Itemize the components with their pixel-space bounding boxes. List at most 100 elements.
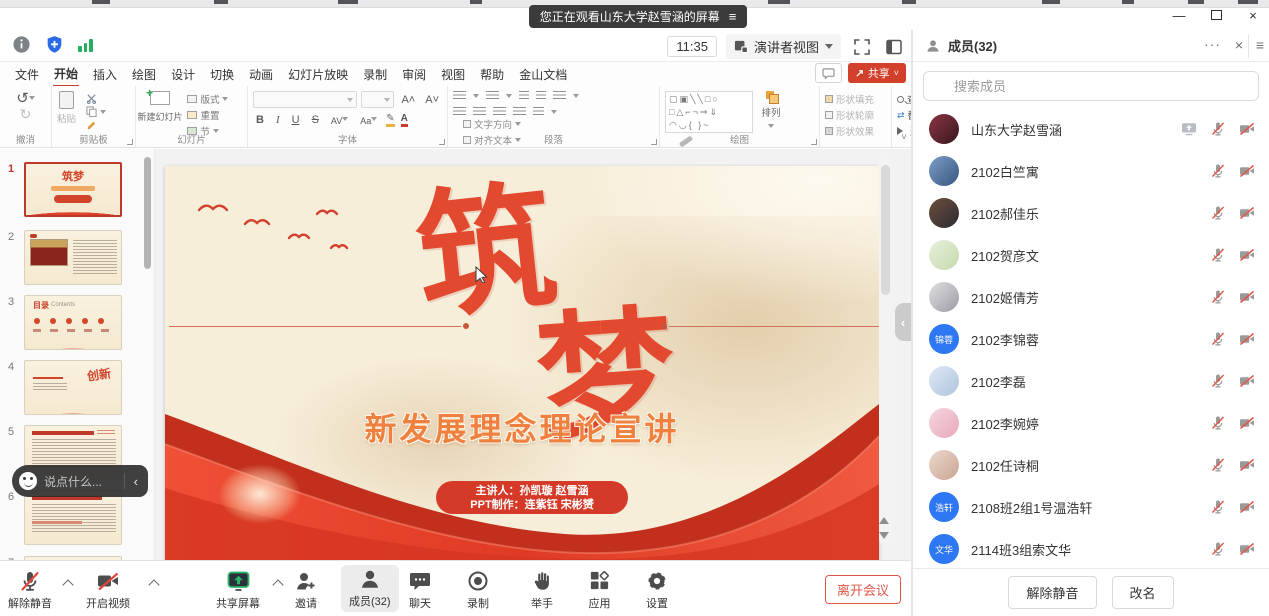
bullets-button[interactable] (453, 91, 466, 101)
paste-button[interactable]: 粘贴 (57, 91, 76, 125)
fullscreen-button[interactable] (850, 38, 874, 56)
side-panel-toggle-button[interactable] (883, 38, 905, 56)
video-options-chevron[interactable] (148, 579, 159, 590)
leave-meeting-button[interactable]: 离开会议 (825, 575, 901, 604)
member-row[interactable]: 2102李婉婷 (913, 402, 1269, 444)
tab-transitions[interactable]: 切换 (209, 63, 235, 86)
font-size-select[interactable] (361, 91, 394, 108)
bold-button[interactable]: B (253, 114, 267, 126)
text-direction-button[interactable]: 文字方向 (463, 117, 552, 131)
member-row[interactable]: 2102郝佳乐 (913, 192, 1269, 234)
view-mode-dropdown[interactable]: 演讲者视图 (726, 34, 841, 59)
current-slide[interactable]: 筑 梦 新发展理念理论宣讲 (165, 166, 879, 564)
tab-kdocs[interactable]: 金山文档 (518, 63, 568, 86)
start-video-button[interactable]: 开启视频 (86, 567, 130, 611)
tab-slideshow[interactable]: 幻灯片放映 (287, 63, 349, 86)
shapes-gallery[interactable]: ▢▣╲╲□○□△⌐¬⇒⇓◠◡{ }~ (665, 91, 753, 133)
member-search-input[interactable] (923, 71, 1259, 101)
settings-button[interactable]: 设置 (645, 567, 669, 611)
share-button[interactable]: 共享 ˅ (848, 63, 906, 83)
slide-thumbnail-1[interactable]: 筑梦 (24, 162, 122, 217)
justify-button[interactable] (513, 107, 526, 117)
panel-collapse-handle[interactable]: ‹ (895, 303, 911, 341)
align-left-button[interactable] (453, 107, 466, 117)
reset-button[interactable]: 重置 (187, 108, 228, 122)
window-close-button[interactable]: × (1245, 8, 1261, 23)
members-button[interactable]: 成员(32) (341, 565, 399, 612)
chat-input-placeholder[interactable]: 说点什么... (44, 473, 117, 490)
emoji-icon[interactable] (19, 472, 37, 490)
slide-thumbnail-4[interactable]: 创新 (24, 360, 122, 415)
share-options-chevron[interactable] (272, 579, 283, 590)
strikethrough-button[interactable]: S (309, 114, 322, 126)
char-spacing-button[interactable]: AV (328, 114, 351, 126)
rename-button[interactable]: 改名 (1112, 576, 1174, 609)
panel-more-button[interactable]: ··· (1204, 36, 1221, 52)
panel-close-button[interactable]: × (1235, 37, 1243, 53)
align-right-button[interactable] (493, 107, 506, 117)
member-row[interactable]: 2102李磊 (913, 360, 1269, 402)
network-quality-icon[interactable] (78, 38, 93, 52)
chat-collapse-icon[interactable]: ‹ (132, 474, 140, 489)
tab-review[interactable]: 审阅 (401, 63, 427, 86)
font-family-select[interactable] (253, 91, 357, 108)
tab-design[interactable]: 设计 (170, 63, 196, 86)
slide-thumbnail-2[interactable] (24, 230, 122, 285)
new-slide-button[interactable]: + 新建幻灯片 (141, 91, 179, 123)
font-color-button[interactable]: A (401, 113, 408, 127)
previous-slide-button[interactable] (879, 512, 889, 524)
shape-outline-button[interactable]: 形状轮廓 (825, 108, 874, 122)
align-center-button[interactable] (473, 107, 486, 117)
unmute-button[interactable]: 解除静音 (8, 567, 52, 611)
tab-insert[interactable]: 插入 (92, 63, 118, 86)
redo-button[interactable]: ↻ (5, 106, 46, 122)
highlight-color-button[interactable]: ✎ (386, 113, 394, 127)
tab-view[interactable]: 视图 (440, 63, 466, 86)
slide-scrollbar[interactable] (879, 153, 891, 545)
member-row[interactable]: 2102任诗桐 (913, 444, 1269, 486)
member-row[interactable]: 锦蓉 2102李锦蓉 (913, 318, 1269, 360)
panel-menu-icon[interactable]: ≡ (1256, 37, 1264, 53)
share-screen-button[interactable]: 共享屏幕 (216, 567, 260, 611)
window-maximize-button[interactable] (1208, 8, 1224, 23)
layout-button[interactable]: 版式 (187, 92, 228, 106)
arrange-button[interactable]: 排列 (761, 91, 780, 131)
banner-menu-icon[interactable]: ≡ (729, 9, 737, 24)
increase-indent-button[interactable] (536, 91, 546, 101)
shape-fill-button[interactable]: 形状填充 (825, 92, 874, 106)
tab-file[interactable]: 文件 (14, 63, 40, 86)
shape-effects-button[interactable]: 形状效果 (825, 124, 874, 138)
tab-help[interactable]: 帮助 (479, 63, 505, 86)
member-row[interactable]: 2102白竺寓 (913, 150, 1269, 192)
next-slide-button[interactable] (879, 532, 889, 544)
meeting-info-icon[interactable] (12, 35, 31, 54)
change-case-button[interactable]: Aa (357, 114, 380, 126)
grow-font-button[interactable]: A˄ (398, 94, 418, 106)
cut-button[interactable] (86, 93, 106, 104)
format-painter-button[interactable] (86, 119, 106, 130)
member-row[interactable]: 山东大学赵雪涵 (913, 108, 1269, 150)
line-spacing-button[interactable] (553, 91, 566, 101)
underline-button[interactable]: U (289, 114, 303, 126)
columns-button[interactable] (533, 107, 544, 117)
member-row[interactable]: 2102姬倩芳 (913, 276, 1269, 318)
comments-button[interactable] (815, 63, 842, 83)
record-button[interactable]: 录制 (466, 567, 490, 611)
slide-thumbnail-3[interactable]: 目录 Contents (24, 295, 122, 350)
italic-button[interactable]: I (273, 114, 283, 126)
member-row[interactable]: 文华 2114班3组索文华 (913, 528, 1269, 570)
decrease-indent-button[interactable] (519, 91, 529, 101)
unmute-all-button[interactable]: 解除静音 (1008, 576, 1096, 609)
collapse-ribbon-button[interactable]: ˅ (901, 132, 907, 143)
meeting-security-icon[interactable] (45, 35, 64, 54)
chat-button[interactable]: 聊天 (408, 567, 432, 611)
raise-hand-button[interactable]: 举手 (530, 567, 554, 611)
tab-record[interactable]: 录制 (362, 63, 388, 86)
tab-draw[interactable]: 绘图 (131, 63, 157, 86)
undo-button[interactable]: ↺ (5, 91, 46, 106)
shrink-font-button[interactable]: A˅ (422, 94, 442, 106)
tab-animations[interactable]: 动画 (248, 63, 274, 86)
window-minimize-button[interactable]: — (1171, 8, 1187, 23)
numbering-button[interactable] (486, 91, 499, 101)
tab-home[interactable]: 开始 (53, 62, 79, 87)
